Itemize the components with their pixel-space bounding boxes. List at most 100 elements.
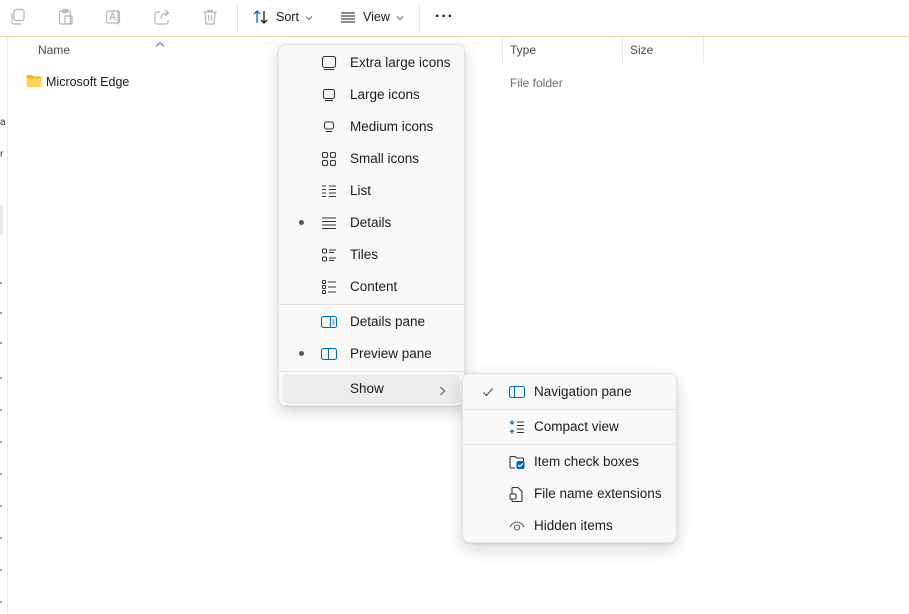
item-check-boxes-icon [509,454,525,470]
menu-item-label: Small icons [350,151,420,166]
more-label: ··· [435,8,454,25]
paste-button[interactable] [57,6,75,28]
folder-icon [26,74,42,93]
sort-button[interactable]: Sort [253,6,313,28]
view-menu: Extra large icons Large icons Medium ico… [278,44,465,406]
copy-icon [9,8,27,26]
menu-item-item-check-boxes[interactable]: Item check boxes [467,447,672,477]
menu-item-label: Extra large icons [350,55,451,70]
menu-item-label: Content [350,279,398,294]
column-size[interactable]: Size [630,43,653,57]
menu-separator [463,409,676,410]
content-icon [321,279,337,295]
menu-item-label: Details pane [350,314,426,329]
menu-item-label: List [350,183,372,198]
list-icon [321,183,337,199]
menu-item-label: Large icons [350,87,420,102]
column-type[interactable]: Type [510,43,536,57]
selected-bullet-icon [299,220,304,225]
view-button[interactable]: View [340,6,404,28]
nav-dot [0,441,2,443]
menu-item-content[interactable]: Content [283,272,460,302]
menu-item-large-icons[interactable]: Large icons [283,80,460,110]
nav-dot [0,537,2,539]
menu-item-label: Details [350,215,392,230]
menu-item-details-pane[interactable]: Details pane [283,307,460,337]
nav-dot [0,409,2,411]
file-type: File folder [510,76,563,90]
sort-label: Sort [276,10,299,24]
menu-item-navigation-pane[interactable]: Navigation pane [467,377,672,407]
menu-item-label: Preview pane [350,346,432,361]
menu-item-label: File name extensions [534,486,662,501]
paste-icon [57,8,75,26]
chevron-down-icon [396,8,404,26]
menu-item-label: Navigation pane [534,384,632,399]
medium-icons-icon [321,119,337,135]
menu-item-label: Show [350,381,384,396]
menu-item-label: Medium icons [350,119,434,134]
nav-fragment: a [0,117,6,128]
menu-item-label: Item check boxes [534,454,640,469]
column-divider[interactable] [622,37,623,63]
rename-button[interactable] [105,6,123,28]
large-icons-icon [321,87,337,103]
checkmark-icon [482,385,494,403]
menu-item-medium-icons[interactable]: Medium icons [283,112,460,142]
chevron-down-icon [305,8,313,26]
preview-pane-icon [321,346,337,362]
nav-dot [0,505,2,507]
nav-dot [0,601,2,603]
see-more-button[interactable]: ··· [435,6,454,28]
menu-item-list[interactable]: List [283,176,460,206]
menu-item-extra-large-icons[interactable]: Extra large icons [283,48,460,78]
nav-dot [0,282,2,284]
nav-dot [0,377,2,379]
selected-bullet-icon [299,351,304,356]
nav-dot [0,312,2,314]
command-bar: Sort View ··· [0,0,909,37]
menu-item-details[interactable]: Details [283,208,460,238]
menu-item-label: Compact view [534,419,619,434]
extra-large-icons-icon [321,55,337,71]
view-label: View [363,10,390,24]
menu-item-label: Hidden items [534,518,613,533]
show-submenu: Navigation pane Compact view Item check … [462,373,677,543]
menu-separator [279,371,464,372]
file-name-extensions-icon [509,486,525,502]
delete-button[interactable] [201,6,219,28]
menu-item-file-name-extensions[interactable]: File name extensions [467,479,672,509]
menu-item-small-icons[interactable]: Small icons [283,144,460,174]
sort-ascending-icon [155,35,165,53]
file-name: Microsoft Edge [46,75,130,89]
menu-separator [463,444,676,445]
chevron-right-icon [439,383,446,401]
share-icon [153,8,171,26]
view-icon [340,9,356,25]
menu-item-hidden-items[interactable]: Hidden items [467,511,672,541]
details-icon [321,215,337,231]
copy-button[interactable] [9,6,27,28]
toolbar-divider [419,4,420,32]
menu-item-label: Tiles [350,247,379,262]
tiles-icon [321,247,337,263]
delete-icon [201,8,219,26]
nav-dot [0,569,2,571]
column-divider[interactable] [502,37,503,63]
compact-view-icon [509,419,525,435]
nav-fragment: r [0,149,4,160]
sort-icon [253,9,269,25]
menu-item-preview-pane[interactable]: Preview pane [283,339,460,369]
column-name[interactable]: Name [38,43,70,57]
share-button[interactable] [153,6,171,28]
nav-selection-marker [0,205,3,235]
menu-item-compact-view[interactable]: Compact view [467,412,672,442]
navigation-pane-edge: a r [0,37,8,614]
menu-item-tiles[interactable]: Tiles [283,240,460,270]
column-divider[interactable] [703,37,704,63]
details-pane-icon [321,314,337,330]
menu-item-show[interactable]: Show [283,374,460,404]
rename-icon [105,8,123,26]
toolbar-divider [237,4,238,32]
nav-dot [0,342,2,344]
